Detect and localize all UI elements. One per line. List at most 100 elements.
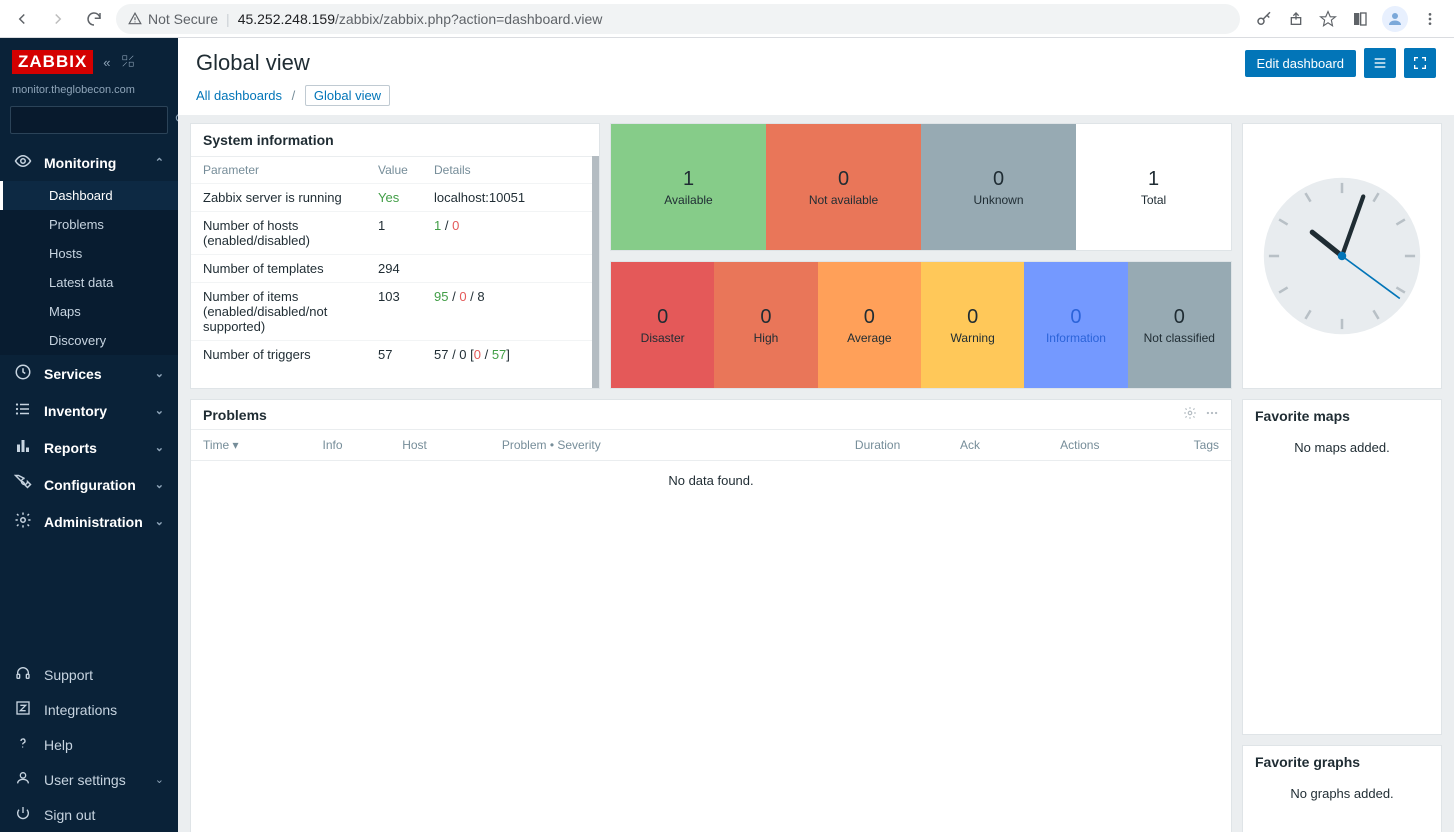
problems-col[interactable]: Duration	[701, 438, 900, 452]
page-header: Global view Edit dashboard	[178, 38, 1454, 82]
eye-icon	[14, 152, 32, 173]
sidebar-item-user-settings[interactable]: User settings⌄	[0, 762, 178, 797]
avail-unknown[interactable]: 0Unknown	[921, 124, 1076, 250]
problems-col[interactable]: Time ▾	[203, 438, 323, 452]
chevron-icon: ⌃	[155, 156, 164, 169]
gear-icon[interactable]	[1183, 406, 1197, 423]
problems-col[interactable]: Actions	[980, 438, 1100, 452]
problems-col[interactable]: Tags	[1099, 438, 1219, 452]
question-icon	[14, 735, 32, 754]
search-input[interactable]	[19, 113, 174, 127]
problems-col[interactable]: Problem • Severity	[502, 438, 701, 452]
menu-icon[interactable]	[1420, 9, 1440, 29]
sysinfo-row: Number of templates294	[191, 254, 599, 282]
extensions-icon[interactable]	[1350, 9, 1370, 29]
fullscreen-button[interactable]	[1404, 48, 1436, 78]
severity-not-classified[interactable]: 0Not classified	[1128, 262, 1231, 388]
problems-col[interactable]: Info	[323, 438, 403, 452]
sidebar-subitem-problems[interactable]: Problems	[0, 210, 178, 239]
expand-icon[interactable]	[121, 54, 135, 71]
url-text: 45.252.248.159/zabbix/zabbix.php?action=…	[238, 11, 603, 27]
widget-problems: Problems Time ▾InfoHostProblem • Severit…	[190, 399, 1232, 832]
not-secure-indicator: Not Secure	[128, 11, 218, 27]
problems-empty: No data found.	[191, 461, 1231, 500]
sidebar-subitem-latest-data[interactable]: Latest data	[0, 268, 178, 297]
browser-toolbar: Not Secure | 45.252.248.159/zabbix/zabbi…	[0, 0, 1454, 38]
widget-system-information: System information Parameter Value Detai…	[190, 123, 600, 389]
widget-availability: 1Available0Not available0Unknown1Total 0…	[610, 123, 1232, 389]
chevron-icon: ⌄	[155, 367, 164, 380]
sysinfo-row: Number of triggers5757 / 0 [0 / 57]	[191, 340, 599, 368]
sysinfo-row: Zabbix server is runningYeslocalhost:100…	[191, 183, 599, 211]
reload-button[interactable]	[80, 5, 108, 33]
sidebar-item-sign-out[interactable]: Sign out	[0, 797, 178, 832]
problems-col[interactable]: Ack	[900, 438, 980, 452]
profile-avatar[interactable]	[1382, 6, 1408, 32]
chevron-icon: ⌄	[155, 441, 164, 454]
severity-disaster[interactable]: 0Disaster	[611, 262, 714, 388]
avail-not-available[interactable]: 0Not available	[766, 124, 921, 250]
headset-icon	[14, 665, 32, 684]
back-button[interactable]	[8, 5, 36, 33]
problems-col[interactable]: Host	[402, 438, 502, 452]
sysinfo-title: System information	[191, 124, 599, 157]
sidebar-subitem-hosts[interactable]: Hosts	[0, 239, 178, 268]
favgraphs-title: Favorite graphs	[1243, 746, 1441, 778]
sidebar-item-integrations[interactable]: Integrations	[0, 692, 178, 727]
z-icon	[14, 700, 32, 719]
sidebar-item-support[interactable]: Support	[0, 657, 178, 692]
widget-clock	[1242, 123, 1442, 389]
sidebar-search[interactable]	[10, 106, 168, 134]
collapse-icon[interactable]: «	[103, 55, 110, 70]
sysinfo-col-value: Value	[378, 163, 434, 177]
edit-dashboard-button[interactable]: Edit dashboard	[1245, 50, 1356, 77]
sysinfo-col-details: Details	[434, 163, 587, 177]
key-icon[interactable]	[1254, 9, 1274, 29]
gear-icon	[14, 511, 32, 532]
favmaps-empty: No maps added.	[1243, 432, 1441, 463]
widget-favorite-maps: Favorite maps No maps added.	[1242, 399, 1442, 735]
severity-warning[interactable]: 0Warning	[921, 262, 1024, 388]
avail-available[interactable]: 1Available	[611, 124, 766, 250]
logo[interactable]: ZABBIX	[12, 50, 93, 74]
severity-information[interactable]: 0Information	[1024, 262, 1127, 388]
bar-icon	[14, 437, 32, 458]
clock-face	[1257, 171, 1427, 341]
sidebar-subitem-maps[interactable]: Maps	[0, 297, 178, 326]
url-bar[interactable]: Not Secure | 45.252.248.159/zabbix/zabbi…	[116, 4, 1240, 34]
sidebar-item-administration[interactable]: Administration⌄	[0, 503, 178, 540]
sidebar-item-inventory[interactable]: Inventory⌄	[0, 392, 178, 429]
sysinfo-col-param: Parameter	[203, 163, 378, 177]
widget-favorite-graphs: Favorite graphs No graphs added.	[1242, 745, 1442, 832]
sidebar-item-configuration[interactable]: Configuration⌄	[0, 466, 178, 503]
share-icon[interactable]	[1286, 9, 1306, 29]
power-icon	[14, 805, 32, 824]
list-icon	[14, 400, 32, 421]
clock-icon	[14, 363, 32, 384]
page-title: Global view	[196, 50, 310, 76]
sidebar-host: monitor.theglobecon.com	[0, 80, 178, 106]
sidebar-subitem-dashboard[interactable]: Dashboard	[0, 181, 178, 210]
avail-total[interactable]: 1Total	[1076, 124, 1231, 250]
severity-average[interactable]: 0Average	[818, 262, 921, 388]
sidebar-subitem-discovery[interactable]: Discovery	[0, 326, 178, 355]
severity-high[interactable]: 0High	[714, 262, 817, 388]
sysinfo-row: Number of items (enabled/disabled/not su…	[191, 282, 599, 340]
chevron-icon: ⌄	[155, 404, 164, 417]
problems-title: Problems	[203, 407, 267, 423]
breadcrumb-all-dashboards[interactable]: All dashboards	[196, 88, 282, 103]
favmaps-title: Favorite maps	[1243, 400, 1441, 432]
sysinfo-row: Number of hosts (enabled/disabled)11 / 0	[191, 211, 599, 254]
wrench-icon	[14, 474, 32, 495]
hamburger-button[interactable]	[1364, 48, 1396, 78]
more-icon[interactable]	[1205, 406, 1219, 423]
star-icon[interactable]	[1318, 9, 1338, 29]
sidebar-item-help[interactable]: Help	[0, 727, 178, 762]
user-icon	[14, 770, 32, 789]
sidebar-item-services[interactable]: Services⌄	[0, 355, 178, 392]
forward-button[interactable]	[44, 5, 72, 33]
breadcrumb: All dashboards / Global view	[178, 82, 1454, 115]
sidebar-item-monitoring[interactable]: Monitoring⌃	[0, 144, 178, 181]
sidebar: ZABBIX « monitor.theglobecon.com Monitor…	[0, 38, 178, 832]
sidebar-item-reports[interactable]: Reports⌄	[0, 429, 178, 466]
